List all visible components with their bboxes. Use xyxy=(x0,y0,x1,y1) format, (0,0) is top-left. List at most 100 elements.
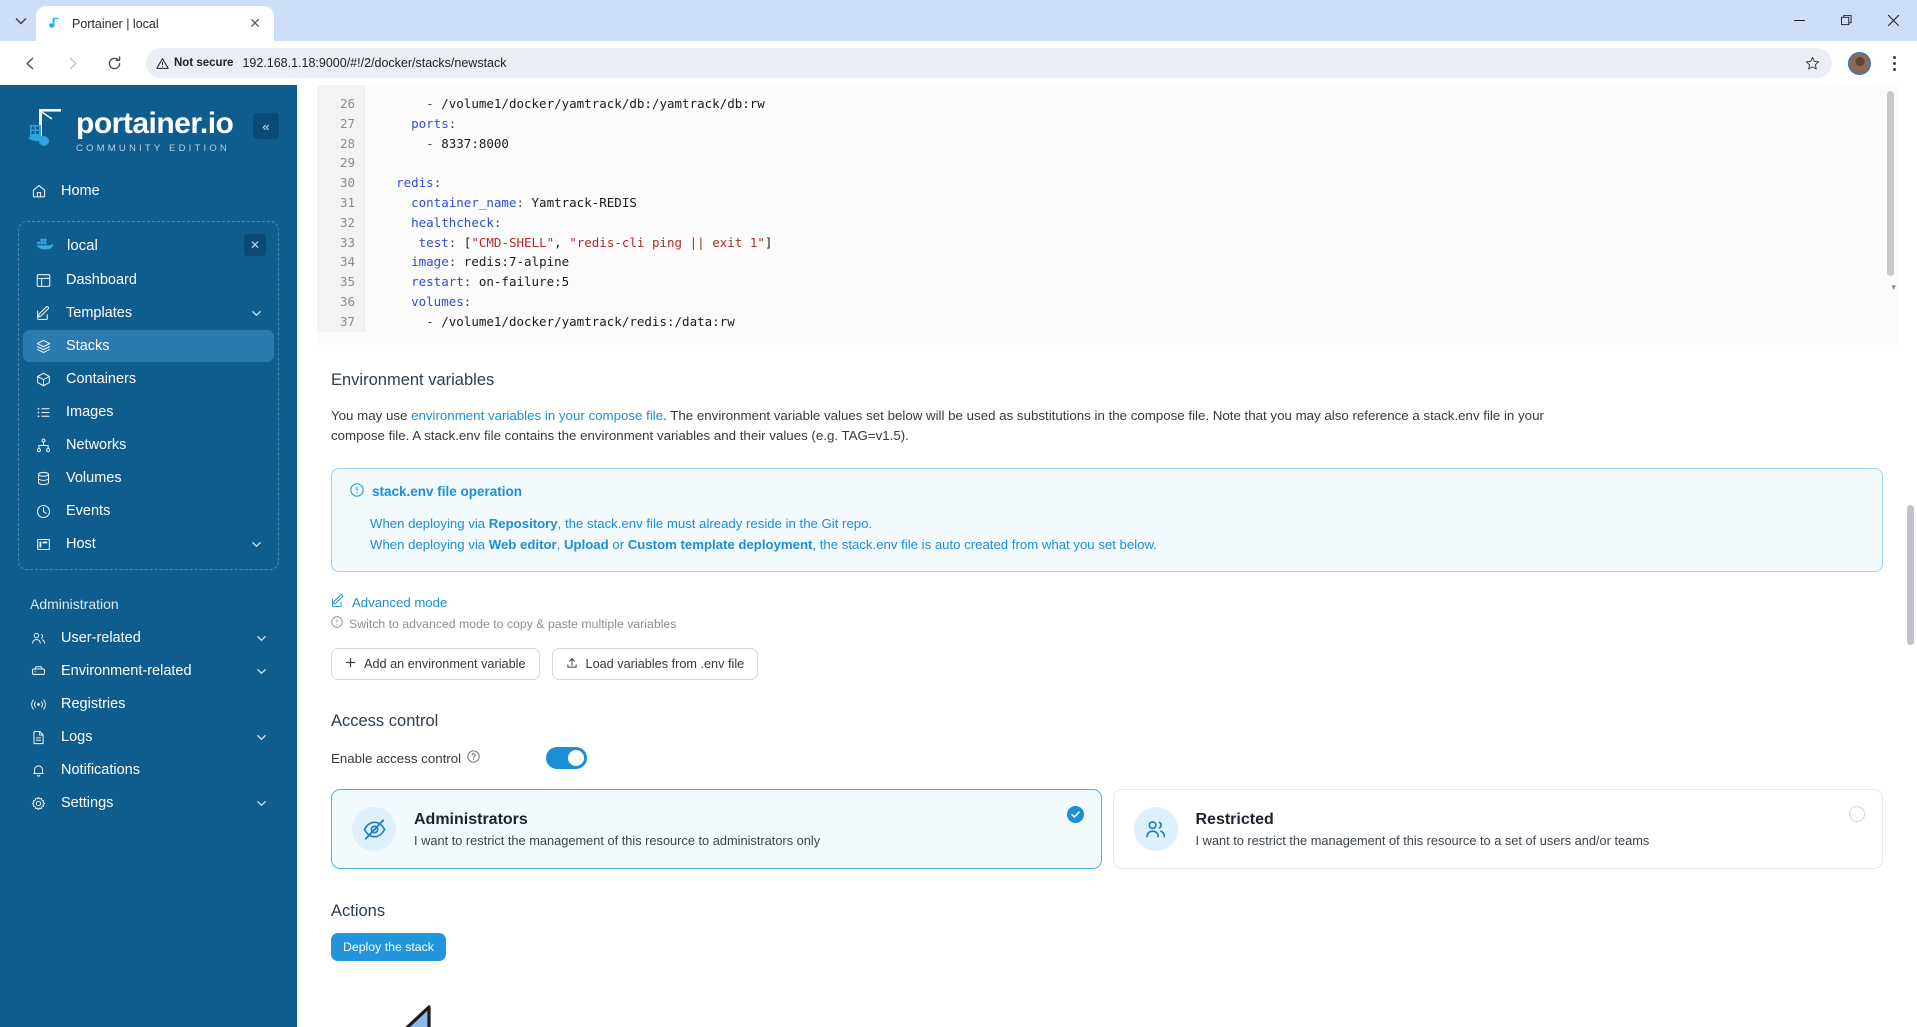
advanced-mode-toggle[interactable]: Advanced mode xyxy=(331,594,1883,611)
access-control-title: Access control xyxy=(331,712,439,730)
chevron-down-icon[interactable] xyxy=(256,732,267,743)
page-scrollbar-thumb[interactable] xyxy=(1907,505,1914,645)
line-number: 26 xyxy=(339,96,355,111)
help-circle-icon[interactable] xyxy=(467,750,480,766)
compose-editor[interactable]: 26 27 28 29 30 31 32 33 34 35 36 37 - /volume1/dock… xyxy=(317,85,1897,345)
sidebar-item-events[interactable]: Events xyxy=(23,495,274,527)
sidebar-item-containers[interactable]: Containers xyxy=(23,363,274,395)
access-card-administrators[interactable]: Administrators I want to restrict the ma… xyxy=(331,789,1102,869)
editor-scroll-down-icon[interactable]: ▾ xyxy=(1891,282,1896,293)
line-number: 32 xyxy=(339,214,355,230)
code-line: image: redis:7-alpine xyxy=(411,254,570,270)
access-card-restricted[interactable]: Restricted I want to restrict the manage… xyxy=(1112,789,1883,869)
sidebar-item-images[interactable]: Images xyxy=(23,396,274,428)
info-line1-bold: Repository xyxy=(488,516,558,531)
code-line: ports: xyxy=(411,115,457,131)
host-icon xyxy=(35,536,52,553)
sidebar-item-registries[interactable]: Registries xyxy=(18,688,279,720)
info-line2-post: , the stack.env file is auto created fro… xyxy=(812,537,1157,552)
advanced-mode-hint-row: Switch to advanced mode to copy & paste … xyxy=(331,616,1883,631)
stack-env-info-box: stack.env file operation When deploying … xyxy=(331,468,1883,572)
chevron-down-icon[interactable] xyxy=(251,539,262,550)
sidebar-item-environment-related[interactable]: Environment-related xyxy=(18,655,279,687)
sidebar-item-events-label: Events xyxy=(66,503,111,519)
sidebar-item-volumes[interactable]: Volumes xyxy=(23,462,274,494)
code-lines[interactable]: - /volume1/docker/yamtrack/db:/yamtrack/… xyxy=(365,85,1897,332)
window-maximize-button[interactable] xyxy=(1823,0,1870,41)
portainer-logo-icon xyxy=(22,107,66,155)
chevron-down-icon[interactable] xyxy=(256,798,267,809)
chevron-down-icon[interactable] xyxy=(256,633,267,644)
tab-search-icon[interactable] xyxy=(6,6,36,36)
sidebar-item-settings[interactable]: Settings xyxy=(18,787,279,819)
radio-unselected-icon[interactable] xyxy=(1849,806,1865,822)
access-card-administrators-title: Administrators xyxy=(414,810,528,828)
sidebar-environment-group: local ✕ Dashboard Templates Stacks Conta… xyxy=(18,221,279,570)
sidebar-item-templates[interactable]: Templates xyxy=(23,297,274,329)
bookmark-star-icon[interactable] xyxy=(1805,56,1824,71)
app-body: portainer.io COMMUNITY EDITION « Home lo… xyxy=(0,85,1917,1027)
images-icon xyxy=(35,404,52,421)
sidebar-item-home-label: Home xyxy=(61,183,100,199)
not-secure-badge[interactable]: Not secure xyxy=(156,57,242,70)
info-circle-icon xyxy=(331,616,343,631)
forward-icon[interactable] xyxy=(57,48,87,78)
sidebar-environment-close-icon[interactable]: ✕ xyxy=(244,234,266,256)
code-area: 26 27 28 29 30 31 32 33 34 35 36 37 - /volume1/dock… xyxy=(317,85,1897,332)
profile-avatar[interactable] xyxy=(1848,51,1871,75)
docker-whale-icon xyxy=(33,237,55,253)
add-environment-variable-button[interactable]: Add an environment variable xyxy=(331,648,540,680)
line-number-gutter: 26 27 28 29 30 31 32 33 34 35 36 37 xyxy=(317,85,365,332)
deploy-the-stack-button[interactable]: Deploy the stack xyxy=(331,933,446,961)
sidebar-item-notifications-label: Notifications xyxy=(61,762,140,778)
editor-scrollbar-thumb[interactable] xyxy=(1887,91,1894,276)
access-card-administrators-text: Administrators I want to restrict the ma… xyxy=(414,810,820,849)
info-line1-post: , the stack.env file must already reside… xyxy=(557,516,873,531)
sidebar-item-images-label: Images xyxy=(66,404,114,420)
sidebar-item-notifications[interactable]: Notifications xyxy=(18,754,279,786)
sidebar-item-home[interactable]: Home xyxy=(18,175,279,207)
sidebar-item-stacks-label: Stacks xyxy=(66,338,110,354)
line-number: 36 xyxy=(339,293,355,309)
chevron-down-icon[interactable] xyxy=(251,308,262,319)
sidebar-item-host-label: Host xyxy=(66,536,96,552)
address-bar[interactable]: Not secure 192.168.1.18:9000/#!/2/docker… xyxy=(146,48,1832,78)
line-number: 37 xyxy=(339,313,355,329)
window-minimize-button[interactable] xyxy=(1776,0,1823,41)
gear-icon xyxy=(30,795,47,812)
add-environment-variable-label: Add an environment variable xyxy=(364,657,526,671)
chevron-down-icon[interactable] xyxy=(256,666,267,677)
code-line: redis: xyxy=(396,175,442,191)
sidebar-item-logs[interactable]: Logs xyxy=(18,721,279,753)
sidebar-collapse-button[interactable]: « xyxy=(253,113,279,139)
sidebar-item-dashboard[interactable]: Dashboard xyxy=(23,264,274,296)
sidebar-item-user-related[interactable]: User-related xyxy=(18,622,279,654)
sidebar-item-dashboard-label: Dashboard xyxy=(66,272,137,288)
enable-access-control-toggle[interactable] xyxy=(546,747,587,769)
sidebar-item-volumes-label: Volumes xyxy=(66,470,122,486)
info-box-line-1: When deploying via Repository, the stack… xyxy=(350,513,1864,534)
sidebar-item-host[interactable]: Host xyxy=(23,528,274,560)
sidebar-item-stacks[interactable]: Stacks xyxy=(23,330,274,362)
eye-off-icon xyxy=(352,807,396,851)
line-number: 29 xyxy=(339,155,355,171)
env-section-title: Environment variables xyxy=(331,371,495,389)
tab-close-icon[interactable]: ✕ xyxy=(246,15,264,33)
plus-icon xyxy=(345,657,356,671)
sidebar-environment-header[interactable]: local ✕ xyxy=(23,228,274,262)
reload-icon[interactable] xyxy=(99,48,129,78)
back-icon[interactable] xyxy=(15,48,45,78)
browser-tab[interactable]: Portainer | local ✕ xyxy=(36,6,274,41)
browser-menu-icon[interactable] xyxy=(1881,48,1907,78)
upload-icon xyxy=(566,657,578,672)
warning-triangle-icon xyxy=(156,57,169,69)
env-vars-link[interactable]: environment variables in your compose fi… xyxy=(411,408,663,423)
sidebar-item-networks[interactable]: Networks xyxy=(23,429,274,461)
env-paragraph-pre: You may use xyxy=(331,408,412,423)
brand-name: portainer.io xyxy=(76,106,234,140)
load-env-file-button[interactable]: Load variables from .env file xyxy=(551,648,759,680)
code-line: - /volume1/docker/yamtrack/redis:/data:r… xyxy=(426,313,735,329)
brand-edition: COMMUNITY EDITION xyxy=(76,142,230,154)
window-close-button[interactable] xyxy=(1870,0,1917,41)
sidebar-administration-title: Administration xyxy=(30,596,119,612)
